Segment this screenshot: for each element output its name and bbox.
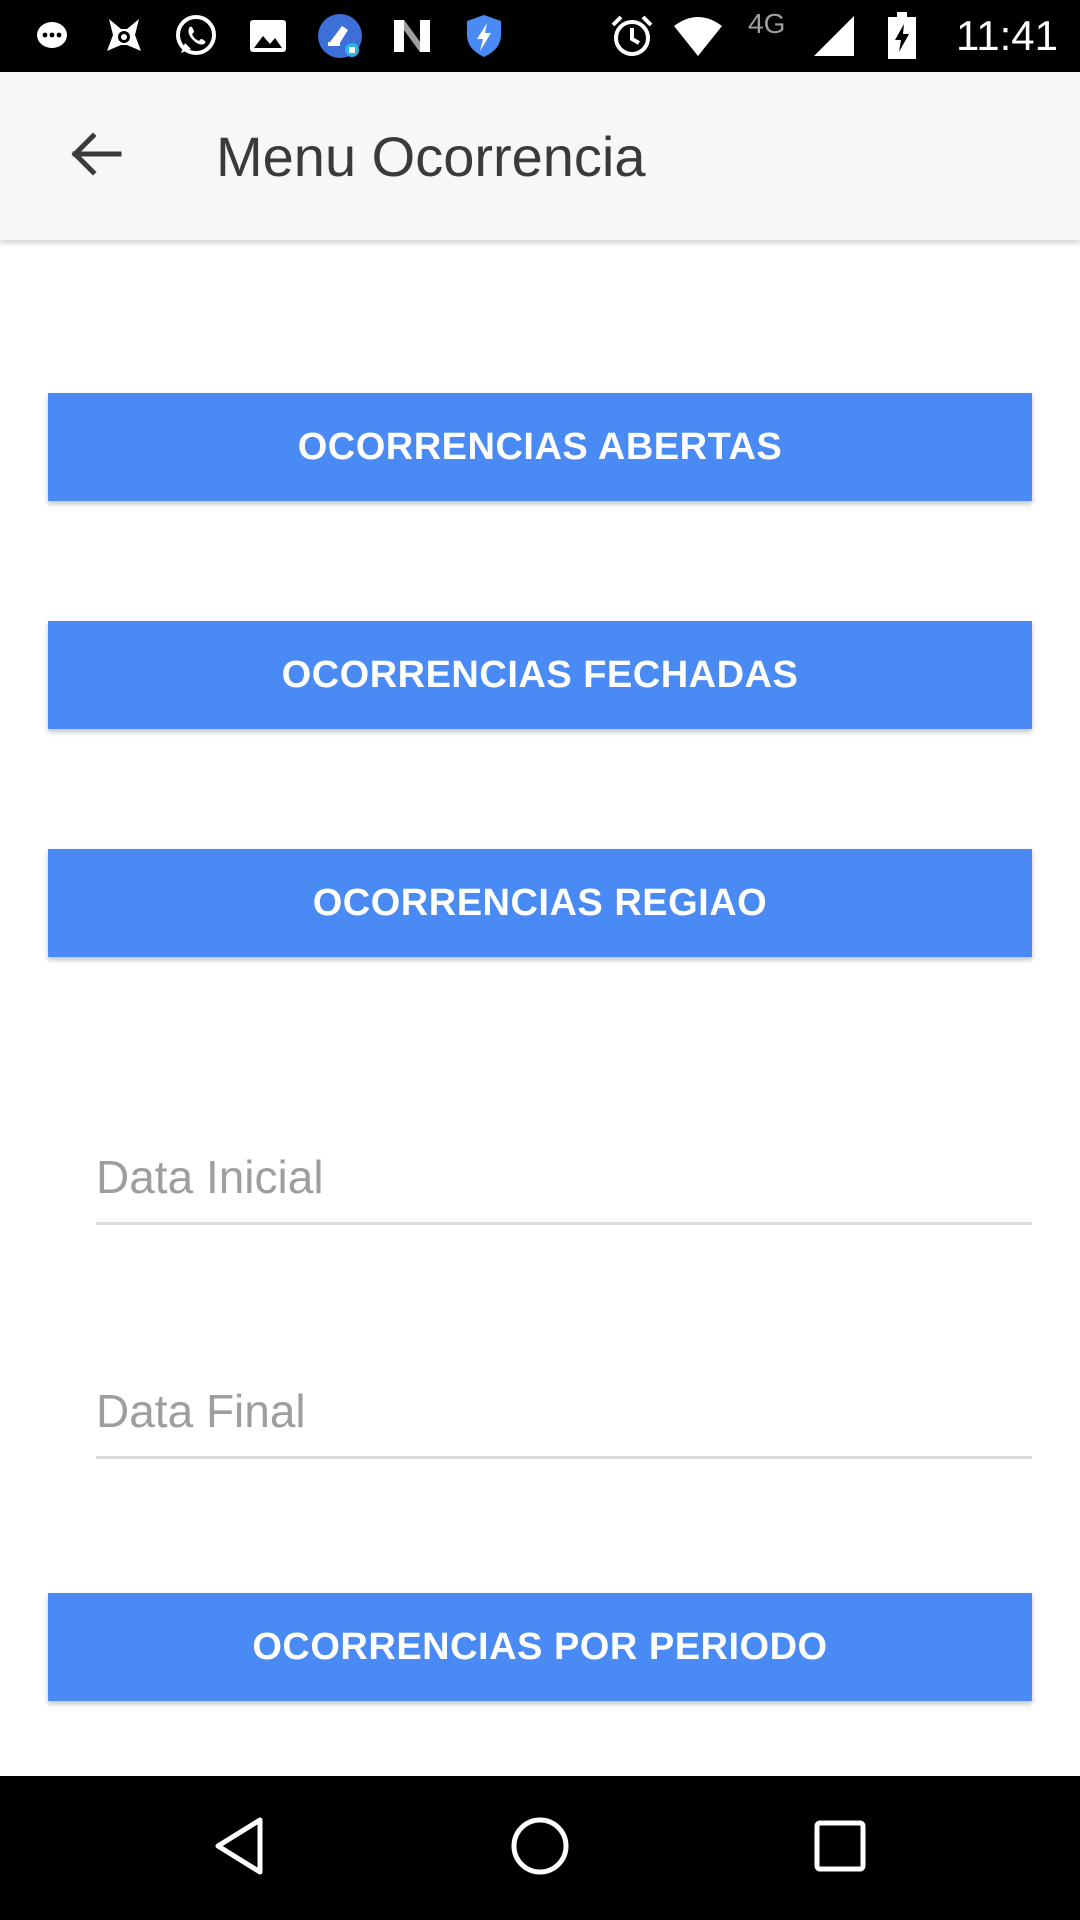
page-title: Menu Ocorrencia [216,125,646,188]
screen: 4G 11:41 Menu Ocorrencia OCORRENCIAS ABE… [0,0,1080,1920]
nav-recents-button[interactable] [800,1808,880,1888]
ocorrencias-por-periodo-button[interactable]: OCORRENCIAS POR PERIODO [48,1593,1032,1701]
alarm-icon [606,10,658,62]
wifi-icon [672,10,724,62]
status-bar: 4G 11:41 [0,0,1080,72]
cleaner-icon [314,10,366,62]
nav-home-button[interactable] [500,1808,580,1888]
recents-square-icon [813,1819,867,1878]
nav-back-button[interactable] [200,1808,280,1888]
network-type-label: 4G [748,8,786,39]
n-app-icon [386,10,438,62]
shield-icon [458,10,510,62]
messaging-icon [26,10,78,62]
status-clock: 11:41 [956,12,1058,59]
home-circle-icon [510,1816,570,1881]
app-bar: Menu Ocorrencia [0,72,1080,240]
whatsapp-icon [170,10,222,62]
battery-charging-icon [876,10,928,62]
ocorrencias-regiao-button[interactable]: OCORRENCIAS REGIAO [48,849,1032,957]
back-button[interactable] [56,116,136,196]
signal-icon [808,10,860,62]
data-inicial-field[interactable] [96,1132,1032,1225]
ocorrencias-abertas-button[interactable]: OCORRENCIAS ABERTAS [48,393,1032,501]
arrow-back-icon [69,130,123,183]
back-triangle-icon [212,1816,268,1881]
navigation-bar [0,1776,1080,1920]
bitmoji-icon [98,10,150,62]
ocorrencias-fechadas-button[interactable]: OCORRENCIAS FECHADAS [48,621,1032,729]
data-final-field[interactable] [96,1366,1032,1459]
gallery-icon [242,10,294,62]
